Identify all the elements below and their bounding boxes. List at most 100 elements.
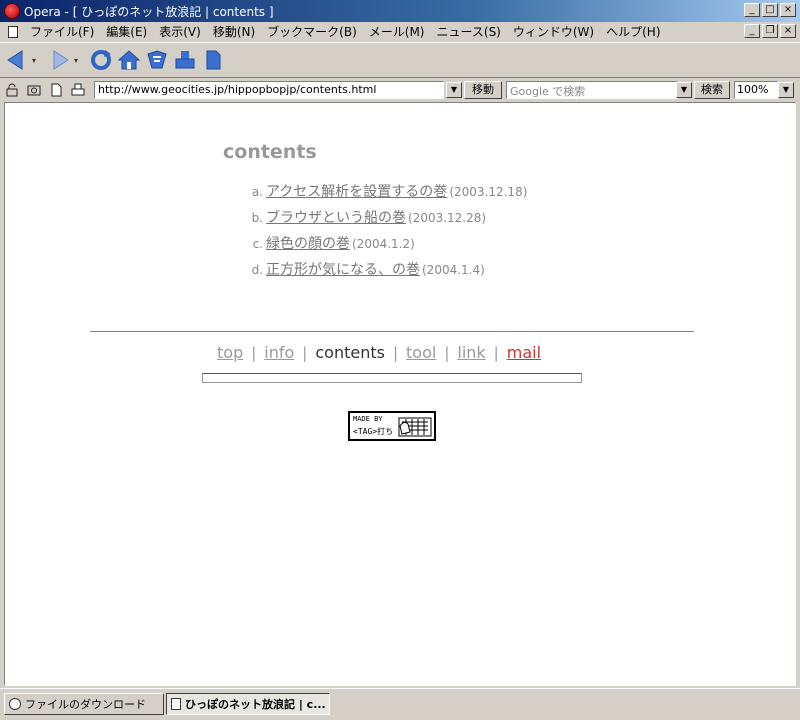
nav-separator: |: [251, 343, 257, 362]
entry-date: (2004.1.4): [422, 263, 485, 277]
nav-separator: |: [392, 343, 399, 362]
hotlist-icon: [147, 50, 167, 69]
window-title: Opera - [ ひっぽのネット放浪記 | contents ]: [24, 4, 274, 19]
entry-date: (2004.1.2): [352, 237, 415, 251]
maximize-button[interactable]: □: [762, 3, 778, 17]
back-dropdown-icon[interactable]: ▾: [32, 56, 40, 65]
contents-list: a. アクセス解析を設置するの巻 (2003.12.18) b. ブラウザという船の巻…: [245, 181, 528, 285]
menu-view[interactable]: 表示(V): [153, 23, 207, 40]
list-marker: c.: [252, 237, 263, 251]
menu-bar: ファイル(F) 編集(E) 表示(V) 移動(N) ブックマーク(B) メール(…: [0, 22, 800, 41]
zoom-dropdown-icon[interactable]: ▼: [778, 82, 794, 98]
print-button[interactable]: [172, 46, 198, 74]
list-item: b. ブラウザという船の巻 (2003.12.28): [245, 207, 527, 233]
entry-link-green-face[interactable]: 緑色の顔の巻: [266, 236, 350, 252]
search-input[interactable]: Google で検索: [506, 81, 678, 99]
menu-mail[interactable]: メール(M): [363, 23, 431, 40]
list-item: d. 正方形が気になる、の巻 (2004.1.4): [245, 259, 527, 285]
entry-link-access-analysis[interactable]: アクセス解析を設置するの巻: [266, 184, 447, 200]
task-download[interactable]: ファイルのダウンロード: [4, 693, 164, 715]
page-title: contents: [223, 141, 317, 163]
doc-restore-button[interactable]: ❐: [762, 24, 778, 38]
task-label: ファイルのダウンロード: [25, 698, 146, 711]
opera-logo-icon: [4, 3, 20, 19]
nav-info-link[interactable]: info: [264, 343, 294, 362]
printer-icon: [71, 83, 85, 96]
list-item: a. アクセス解析を設置するの巻 (2003.12.18): [245, 181, 528, 207]
page-icon: [51, 83, 62, 97]
doc-close-button[interactable]: ×: [780, 24, 796, 38]
forward-dropdown-icon[interactable]: ▾: [74, 56, 82, 65]
window-taskbar: ファイルのダウンロード ひっぽのネット放浪記 | c...: [0, 688, 800, 720]
menu-edit[interactable]: 編集(E): [100, 23, 153, 40]
image-toggle-button[interactable]: [26, 82, 42, 98]
window-controls: _ □ ×: [744, 3, 796, 17]
reload-icon: [91, 50, 111, 70]
entry-date: (2003.12.28): [408, 211, 487, 225]
search-button[interactable]: 検索: [694, 81, 730, 99]
navigation-toolbar: ▾ ▾: [0, 42, 800, 78]
forward-icon: [53, 50, 69, 70]
list-marker: d.: [251, 263, 263, 277]
print-icon: [175, 51, 195, 69]
back-icon: [7, 50, 23, 70]
lock-icon: [6, 83, 18, 97]
nav-separator: |: [302, 343, 308, 362]
home-button[interactable]: [116, 46, 142, 74]
back-button[interactable]: [4, 46, 30, 74]
badge-line-1: MADE BY: [353, 415, 383, 423]
nav-separator: |: [444, 343, 450, 362]
nav-mail-link[interactable]: mail: [507, 343, 541, 362]
badge-line-2: <TAG>打ち: [353, 427, 394, 436]
menu-news[interactable]: ニュース(S): [430, 23, 506, 40]
search-engine-dropdown-icon[interactable]: ▼: [676, 82, 692, 98]
page-viewport: contents a. アクセス解析を設置するの巻 (2003.12.18) b. ブ…: [4, 102, 796, 686]
print-preview-button[interactable]: [70, 82, 86, 98]
page-info-button[interactable]: [48, 82, 64, 98]
menu-file[interactable]: ファイル(F): [24, 23, 100, 40]
home-icon: [117, 50, 141, 70]
empty-box: [202, 373, 582, 383]
list-marker: a.: [251, 185, 263, 199]
entry-link-browser-ship[interactable]: ブラウザという船の巻: [266, 210, 406, 226]
page-icon: [206, 50, 221, 70]
go-button[interactable]: 移動: [464, 81, 502, 99]
nav-tool-link[interactable]: tool: [406, 343, 436, 362]
keyboard-hand-icon: [398, 417, 432, 437]
divider: [90, 331, 694, 332]
entry-date: (2003.12.18): [449, 185, 528, 199]
entry-link-square[interactable]: 正方形が気になる、の巻: [266, 262, 420, 278]
forward-button[interactable]: [46, 46, 72, 74]
nav-top-link[interactable]: top: [217, 343, 243, 362]
document-window-controls: _ ❐ ×: [744, 24, 796, 38]
site-nav: top | info | contents | tool | link | ma…: [217, 343, 541, 362]
menu-window[interactable]: ウィンドウ(W): [507, 23, 600, 40]
reload-button[interactable]: [88, 46, 114, 74]
doc-minimize-button[interactable]: _: [744, 24, 760, 38]
minimize-button[interactable]: _: [744, 3, 760, 17]
close-button[interactable]: ×: [780, 3, 796, 17]
page-button[interactable]: [200, 46, 226, 74]
task-label: ひっぽのネット放浪記 | c...: [185, 698, 326, 711]
menu-help[interactable]: ヘルプ(H): [600, 23, 666, 40]
document-icon[interactable]: [8, 25, 18, 38]
download-icon: [9, 698, 21, 710]
nav-link-link[interactable]: link: [457, 343, 485, 362]
address-dropdown-icon[interactable]: ▼: [446, 82, 462, 98]
camera-icon: [27, 85, 41, 96]
zoom-select[interactable]: 100%: [734, 81, 778, 99]
hotlist-button[interactable]: [144, 46, 170, 74]
list-marker: b.: [251, 211, 263, 225]
list-item: c. 緑色の顔の巻 (2004.1.2): [245, 233, 527, 259]
made-by-tag-badge[interactable]: MADE BY <TAG>打ち: [348, 411, 436, 441]
nav-separator: |: [493, 343, 499, 362]
menu-navigate[interactable]: 移動(N): [207, 23, 261, 40]
address-bar: http://www.geocities.jp/hippopbopjp/cont…: [0, 79, 800, 101]
menu-bookmarks[interactable]: ブックマーク(B): [261, 23, 363, 40]
nav-contents-current: contents: [315, 343, 385, 362]
title-bar: Opera - [ ひっぽのネット放浪記 | contents ] _ □ ×: [0, 0, 800, 22]
address-input[interactable]: http://www.geocities.jp/hippopbopjp/cont…: [94, 81, 444, 99]
security-button[interactable]: [4, 82, 20, 98]
document-icon: [171, 698, 181, 710]
task-current-page[interactable]: ひっぽのネット放浪記 | c...: [166, 693, 330, 715]
